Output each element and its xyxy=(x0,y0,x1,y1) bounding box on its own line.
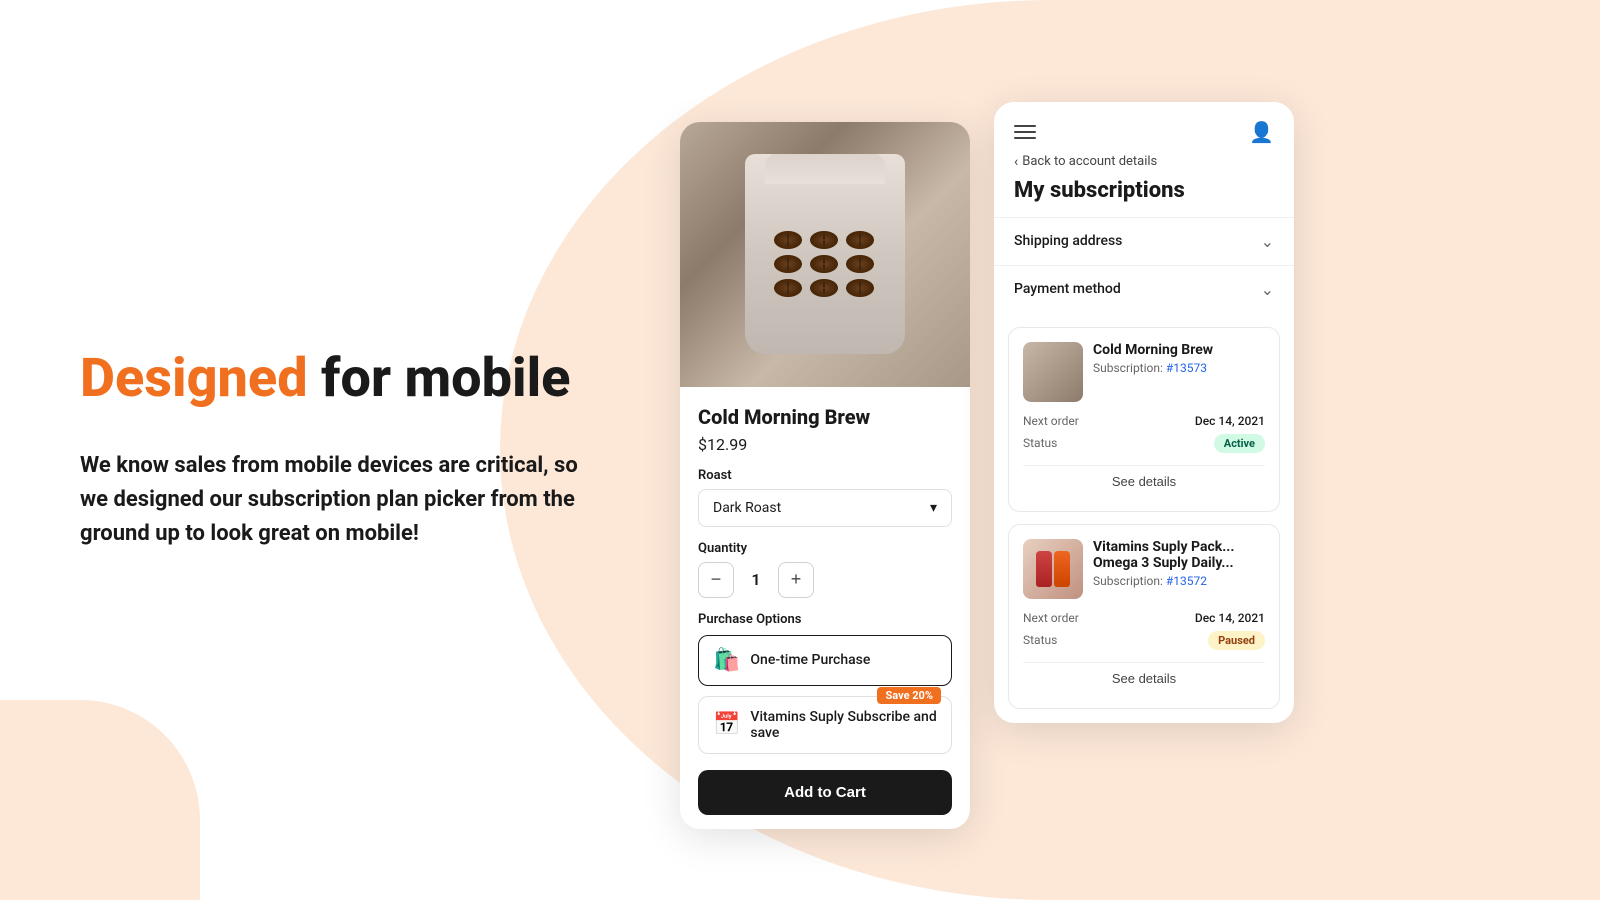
increment-button[interactable]: + xyxy=(778,562,814,598)
product-info: Cold Morning Brew $12.99 Roast Dark Roas… xyxy=(680,387,970,829)
hamburger-line-1 xyxy=(1014,125,1036,127)
roast-select[interactable]: Dark Roast ▾ xyxy=(698,489,952,527)
back-link[interactable]: ‹ Back to account details xyxy=(994,144,1294,174)
quantity-row: − 1 + xyxy=(698,562,952,598)
back-chevron-icon: ‹ xyxy=(1014,154,1018,170)
subscriptions-header: 👤 xyxy=(994,102,1294,144)
bean-1 xyxy=(774,231,802,249)
sub-meta-next-order-1: Next order Dec 14, 2021 xyxy=(1023,414,1265,428)
bean-3 xyxy=(846,231,874,249)
status-label-2: Status xyxy=(1023,633,1057,647)
subtext: We know sales from mobile devices are cr… xyxy=(80,449,600,551)
headline-highlight: Designed xyxy=(80,347,308,410)
sub-number-1: Subscription: #13573 xyxy=(1093,361,1265,375)
payment-chevron-icon: ⌄ xyxy=(1261,280,1274,299)
bean-8 xyxy=(810,279,838,297)
sub-card-2-header: Vitamins Suply Pack... Omega 3 Suply Dai… xyxy=(1023,539,1265,599)
headline-rest: for mobile xyxy=(308,347,571,410)
sub-number-link-2[interactable]: #13572 xyxy=(1166,574,1207,588)
right-section: Cold Morning Brew $12.99 Roast Dark Roas… xyxy=(680,72,1294,829)
add-to-cart-button[interactable]: Add to Cart xyxy=(698,770,952,815)
quantity-label: Quantity xyxy=(698,541,952,556)
see-details-button-1[interactable]: See details xyxy=(1023,465,1265,497)
coffee-beans-background xyxy=(680,122,970,387)
shipping-address-label: Shipping address xyxy=(1014,233,1122,249)
vitamin-bottle-1 xyxy=(1036,551,1052,587)
roast-chevron-icon: ▾ xyxy=(930,500,937,516)
sub-product-name-1: Cold Morning Brew xyxy=(1093,342,1265,358)
product-price: $12.99 xyxy=(698,435,952,454)
sub-number-link-1[interactable]: #13573 xyxy=(1166,361,1207,375)
hamburger-line-2 xyxy=(1014,131,1036,133)
bean-7 xyxy=(774,279,802,297)
back-link-text: Back to account details xyxy=(1022,154,1157,169)
beans-container xyxy=(774,231,876,297)
roast-value: Dark Roast xyxy=(713,500,781,516)
left-section: Designed for mobile We know sales from m… xyxy=(0,289,680,611)
save-badge: Save 20% xyxy=(877,687,941,704)
bean-2 xyxy=(810,231,838,249)
subscriptions-title: My subscriptions xyxy=(994,174,1294,217)
user-icon[interactable]: 👤 xyxy=(1249,120,1274,144)
next-order-value-2: Dec 14, 2021 xyxy=(1195,611,1265,625)
payment-method-label: Payment method xyxy=(1014,281,1121,297)
subscribe-icon: 📅 xyxy=(713,712,740,737)
sub-number-text-1: Subscription: xyxy=(1093,361,1166,375)
subscription-card-1: Cold Morning Brew Subscription: #13573 N… xyxy=(1008,327,1280,512)
subscription-card-2: Vitamins Suply Pack... Omega 3 Suply Dai… xyxy=(1008,524,1280,709)
bean-9 xyxy=(846,279,874,297)
subscriptions-panel: 👤 ‹ Back to account details My subscript… xyxy=(994,102,1294,723)
sub-card-1-info: Cold Morning Brew Subscription: #13573 xyxy=(1093,342,1265,375)
sub-number-text-2: Subscription: xyxy=(1093,574,1166,588)
background-blob-small xyxy=(0,700,200,900)
quantity-value: 1 xyxy=(746,570,766,589)
one-time-purchase-option[interactable]: 🛍️ One-time Purchase xyxy=(698,635,952,686)
sub-product-image-1 xyxy=(1023,342,1083,402)
status-badge-1: Active xyxy=(1214,434,1265,453)
coffee-mini-image xyxy=(1023,342,1083,402)
sub-meta-next-order-2: Next order Dec 14, 2021 xyxy=(1023,611,1265,625)
subscription-cards-container: Cold Morning Brew Subscription: #13573 N… xyxy=(994,313,1294,723)
headline: Designed for mobile xyxy=(80,349,600,408)
see-details-button-2[interactable]: See details xyxy=(1023,662,1265,694)
bean-4 xyxy=(774,255,802,273)
bean-5 xyxy=(810,255,838,273)
subscribe-save-option[interactable]: Save 20% 📅 Vitamins Suply Subscribe and … xyxy=(698,696,952,754)
sub-card-2-info: Vitamins Suply Pack... Omega 3 Suply Dai… xyxy=(1093,539,1265,588)
purchase-options-label: Purchase Options xyxy=(698,612,952,627)
sub-meta-status-1: Status Active xyxy=(1023,434,1265,453)
next-order-value-1: Dec 14, 2021 xyxy=(1195,414,1265,428)
one-time-icon: 🛍️ xyxy=(713,648,740,673)
hamburger-menu-icon[interactable] xyxy=(1014,125,1036,139)
next-order-label-1: Next order xyxy=(1023,414,1079,428)
hamburger-line-3 xyxy=(1014,137,1036,139)
payment-method-accordion[interactable]: Payment method ⌄ xyxy=(994,265,1294,313)
shipping-address-accordion[interactable]: Shipping address ⌄ xyxy=(994,217,1294,265)
subscribe-text: Vitamins Suply Subscribe and save xyxy=(750,709,937,741)
status-label-1: Status xyxy=(1023,436,1057,450)
next-order-label-2: Next order xyxy=(1023,611,1079,625)
sub-number-2: Subscription: #13572 xyxy=(1093,574,1265,588)
roast-label: Roast xyxy=(698,468,952,483)
vitamins-mini-image xyxy=(1023,539,1083,599)
bean-6 xyxy=(846,255,874,273)
product-panel: Cold Morning Brew $12.99 Roast Dark Roas… xyxy=(680,122,970,829)
sub-product-image-2 xyxy=(1023,539,1083,599)
bag-top xyxy=(765,154,885,184)
shipping-chevron-icon: ⌄ xyxy=(1261,232,1274,251)
sub-product-name-2: Vitamins Suply Pack... Omega 3 Suply Dai… xyxy=(1093,539,1265,571)
sub-card-1-header: Cold Morning Brew Subscription: #13573 xyxy=(1023,342,1265,402)
product-name: Cold Morning Brew xyxy=(698,405,952,429)
decrement-button[interactable]: − xyxy=(698,562,734,598)
sub-meta-status-2: Status Paused xyxy=(1023,631,1265,650)
one-time-text: One-time Purchase xyxy=(750,652,870,668)
vitamin-bottle-2 xyxy=(1054,551,1070,587)
coffee-bag xyxy=(745,154,905,354)
status-badge-2: Paused xyxy=(1208,631,1265,650)
product-image xyxy=(680,122,970,387)
